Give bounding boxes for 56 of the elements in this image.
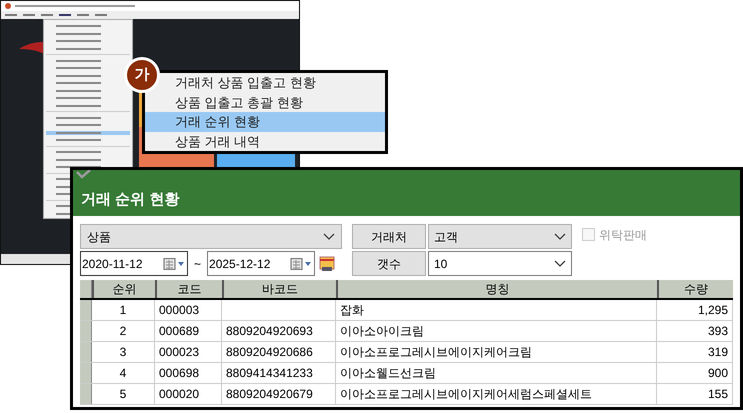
count-select[interactable]: 10 <box>428 251 572 276</box>
calendar-dropdown-icon[interactable] <box>163 258 185 270</box>
table-cell: 3 <box>92 342 155 362</box>
table-cell: 8809414341233 <box>222 363 336 383</box>
table-cell: 이아소프로그레시브에이지케어세럼스페셜세트 <box>336 384 657 404</box>
check-icon <box>76 170 92 179</box>
column-header[interactable]: 순위 <box>92 280 155 298</box>
date-field[interactable]: 2020-11-12 <box>80 251 188 276</box>
table-cell: 900 <box>657 363 733 383</box>
row-header-corner <box>80 280 92 298</box>
row-header[interactable] <box>80 300 92 320</box>
menu-item[interactable]: 상품 거래 내역 <box>145 132 385 151</box>
table-cell: 잡화 <box>336 300 657 320</box>
column-header[interactable]: 수량 <box>657 280 733 298</box>
column-header[interactable]: 코드 <box>155 280 222 298</box>
chevron-down-icon <box>323 232 335 240</box>
table-cell: 000020 <box>155 384 222 404</box>
table-cell: 2 <box>92 321 155 341</box>
table-cell: 이아소프로그레시브에이지케어크림 <box>336 342 657 362</box>
partner-button[interactable]: 거래처 <box>352 224 426 249</box>
menu-item[interactable]: 거래 순위 현황 <box>145 112 385 132</box>
row-header[interactable] <box>80 342 92 362</box>
table-cell: 4 <box>92 363 155 383</box>
menu-item[interactable]: 상품 입출고 총괄 현황 <box>145 92 385 112</box>
row-header[interactable] <box>80 321 92 341</box>
column-header[interactable]: 명칭 <box>336 280 657 298</box>
table-cell: 이아소아이크림 <box>336 321 657 341</box>
table-cell: 393 <box>657 321 733 341</box>
table-cell: 8809204920679 <box>222 384 336 404</box>
chevron-down-icon <box>554 232 566 240</box>
count-button[interactable]: 갯수 <box>352 251 426 276</box>
checkbox-label: 위탁판매 <box>599 228 647 242</box>
table-cell: 5 <box>92 384 155 404</box>
window-title: 거래 순위 현황 <box>81 192 180 207</box>
row-header[interactable] <box>80 384 92 404</box>
column-header[interactable]: 바코드 <box>222 280 336 298</box>
calendar-dropdown-icon[interactable] <box>290 258 312 270</box>
table-cell: 000003 <box>155 300 222 320</box>
table-cell: 000689 <box>155 321 222 341</box>
table-cell: 000698 <box>155 363 222 383</box>
table-cell: 000023 <box>155 342 222 362</box>
table-cell: 8809204920693 <box>222 321 336 341</box>
table-cell: 이아소웰드선크림 <box>336 363 657 383</box>
calendar-icon[interactable] <box>319 256 336 272</box>
table-cell: 155 <box>657 384 733 404</box>
partner-select[interactable]: 고객 <box>428 224 572 249</box>
chevron-down-icon <box>554 260 566 268</box>
date-field[interactable]: 2025-12-12 <box>207 251 316 276</box>
table-cell: 8809204920686 <box>222 342 336 362</box>
table-cell: 319 <box>657 342 733 362</box>
row-header[interactable] <box>80 363 92 383</box>
range-separator: ~ <box>193 256 202 272</box>
table-cell: 1,295 <box>657 300 733 320</box>
menu-item[interactable]: 거래처 상품 입출고 현황 <box>161 73 385 92</box>
table-cell: 1 <box>92 300 155 320</box>
type-select[interactable]: 상품 <box>80 224 342 249</box>
